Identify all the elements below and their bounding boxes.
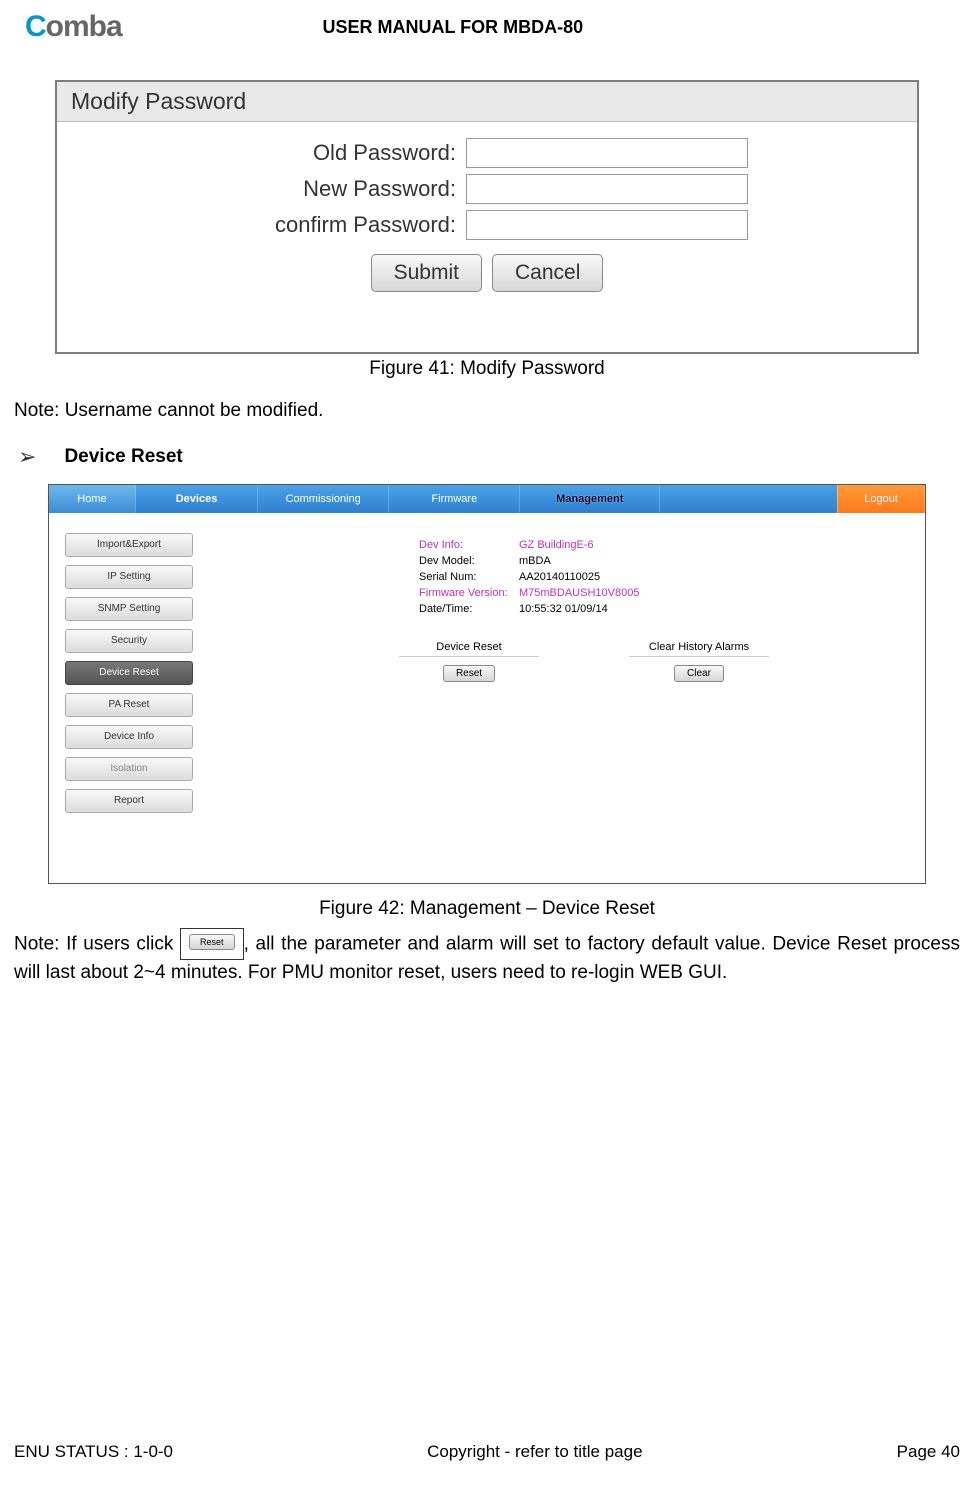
- clear-button[interactable]: Clear: [674, 665, 724, 682]
- sidebar-isolation[interactable]: Isolation: [65, 757, 193, 781]
- info-label-serial: Serial Num:: [419, 571, 519, 583]
- info-label-devinfo: Dev Info:: [419, 539, 519, 551]
- info-label-firmware: Firmware Version:: [419, 587, 519, 599]
- reset-button[interactable]: Reset: [443, 665, 495, 682]
- clear-alarms-title: Clear History Alarms: [629, 641, 769, 657]
- info-value-devmodel: mBDA: [519, 555, 551, 567]
- page-footer: ENU STATUS : 1-0-0 Copyright - refer to …: [14, 1442, 960, 1462]
- old-password-label: Old Password:: [226, 140, 466, 166]
- sidebar-ip-setting[interactable]: IP Setting: [65, 565, 193, 589]
- confirm-password-input[interactable]: [466, 210, 748, 240]
- info-row: Dev Model: mBDA: [419, 555, 905, 567]
- nav-logout[interactable]: Logout: [837, 485, 925, 513]
- note-reset: Note: If users click Reset, all the para…: [14, 928, 960, 987]
- device-reset-title: Device Reset: [399, 641, 539, 657]
- footer-left: ENU STATUS : 1-0-0: [14, 1442, 173, 1462]
- inline-reset-button[interactable]: Reset: [189, 934, 235, 950]
- bullet-arrow-icon: ➢: [18, 444, 36, 470]
- submit-button[interactable]: Submit: [371, 254, 482, 292]
- new-password-label: New Password:: [226, 176, 466, 202]
- sidebar-snmp-setting[interactable]: SNMP Setting: [65, 597, 193, 621]
- info-label-datetime: Date/Time:: [419, 603, 519, 615]
- modify-password-body: Old Password: New Password: confirm Pass…: [57, 122, 917, 352]
- info-value-devinfo: GZ BuildingE-6: [519, 539, 594, 551]
- footer-right: Page 40: [897, 1442, 960, 1462]
- note-username: Note: Username cannot be modified.: [14, 398, 960, 424]
- page-header: Comba USER MANUAL FOR MBDA-80: [10, 10, 964, 50]
- info-row: Dev Info: GZ BuildingE-6: [419, 539, 905, 551]
- sidebar: Import&Export IP Setting SNMP Setting Se…: [49, 513, 209, 883]
- doc-title: USER MANUAL FOR MBDA-80: [0, 17, 964, 38]
- sidebar-import-export[interactable]: Import&Export: [65, 533, 193, 557]
- note2-prefix: Note: If users click: [14, 933, 173, 954]
- figure-41: Modify Password Old Password: New Passwo…: [55, 80, 919, 354]
- bullet-text: Device Reset: [64, 446, 182, 468]
- info-row: Date/Time: 10:55:32 01/09/14: [419, 603, 905, 615]
- info-row: Serial Num: AA20140110025: [419, 571, 905, 583]
- sidebar-report[interactable]: Report: [65, 789, 193, 813]
- nav-firmware[interactable]: Firmware: [389, 485, 520, 513]
- clear-alarms-column: Clear History Alarms Clear: [629, 641, 769, 682]
- device-reset-heading: ➢ Device Reset: [18, 444, 964, 470]
- sidebar-security[interactable]: Security: [65, 629, 193, 653]
- figure-42-caption: Figure 42: Management – Device Reset: [10, 898, 964, 920]
- new-password-input[interactable]: [466, 174, 748, 204]
- info-value-firmware: M75mBDAUSH10V8005: [519, 587, 639, 599]
- modify-password-title: Modify Password: [57, 82, 917, 122]
- nav-bar: Home Devices Commissioning Firmware Mana…: [49, 485, 925, 513]
- sidebar-pa-reset[interactable]: PA Reset: [65, 693, 193, 717]
- info-label-devmodel: Dev Model:: [419, 555, 519, 567]
- footer-center: Copyright - refer to title page: [427, 1442, 642, 1462]
- inline-reset-button-wrap: Reset: [180, 928, 244, 961]
- old-password-input[interactable]: [466, 138, 748, 168]
- nav-commissioning[interactable]: Commissioning: [258, 485, 389, 513]
- figure-41-caption: Figure 41: Modify Password: [10, 358, 964, 380]
- nav-devices[interactable]: Devices: [136, 485, 258, 513]
- nav-management[interactable]: Management: [520, 485, 660, 513]
- info-value-serial: AA20140110025: [519, 571, 600, 583]
- figure-42: Home Devices Commissioning Firmware Mana…: [48, 484, 926, 884]
- device-reset-column: Device Reset Reset: [399, 641, 539, 682]
- confirm-password-label: confirm Password:: [226, 212, 466, 238]
- sidebar-device-info[interactable]: Device Info: [65, 725, 193, 749]
- main-panel: Dev Info: GZ BuildingE-6 Dev Model: mBDA…: [209, 513, 925, 883]
- info-row: Firmware Version: M75mBDAUSH10V8005: [419, 587, 905, 599]
- nav-home[interactable]: Home: [49, 485, 136, 513]
- sidebar-device-reset[interactable]: Device Reset: [65, 661, 193, 685]
- info-value-datetime: 10:55:32 01/09/14: [519, 603, 608, 615]
- nav-spacer: [660, 485, 837, 513]
- cancel-button[interactable]: Cancel: [492, 254, 603, 292]
